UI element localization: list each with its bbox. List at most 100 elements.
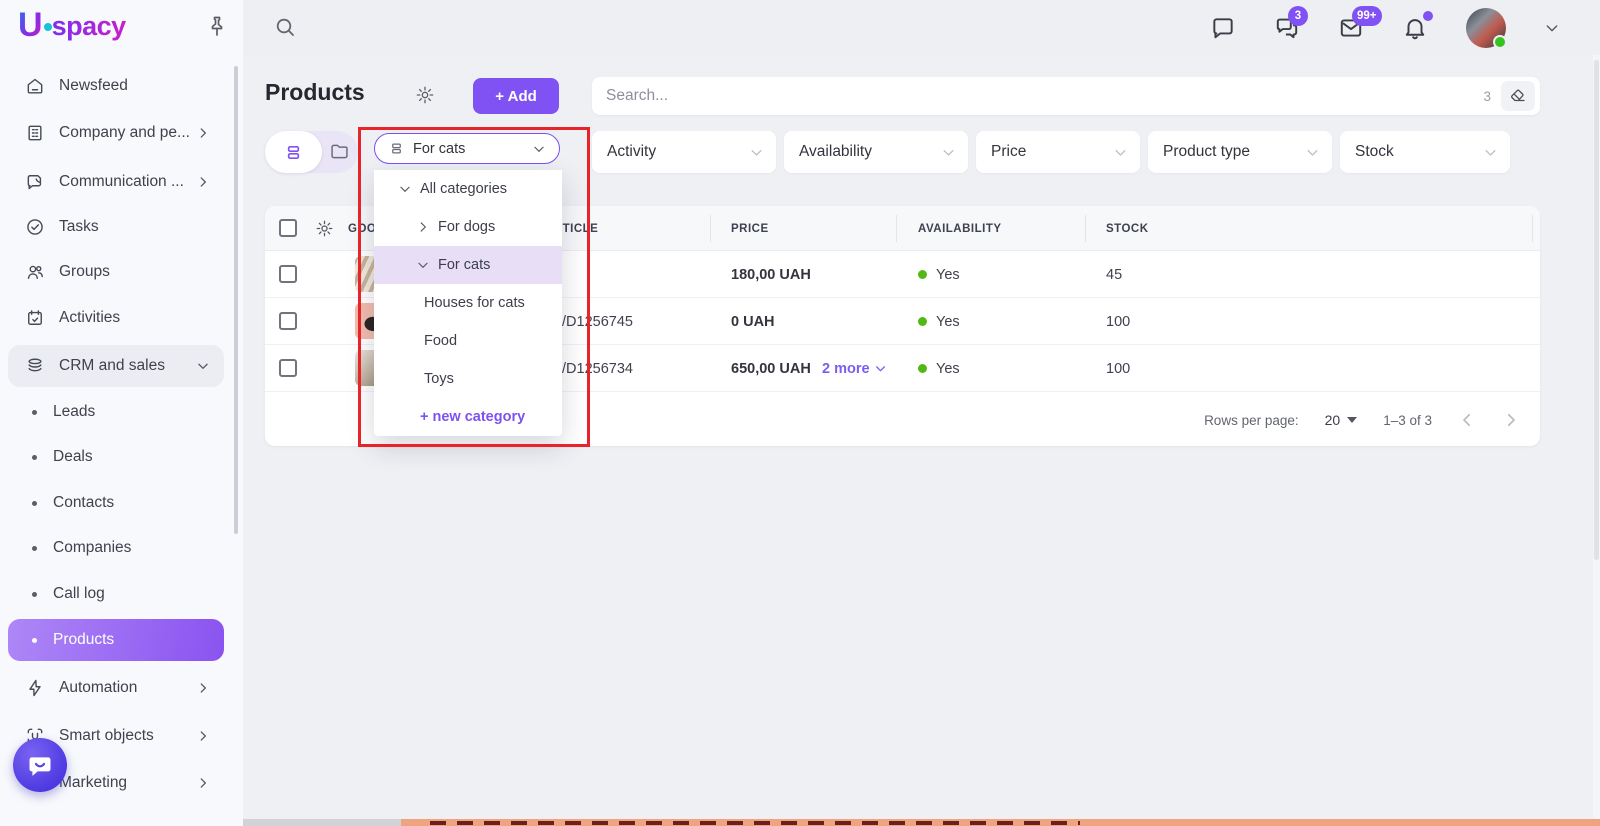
sidebar-item-crm[interactable]: CRM and sales: [8, 345, 224, 387]
sidebar-item-products[interactable]: Products: [8, 619, 224, 661]
availability-dot: [918, 270, 927, 279]
category-dropdown-menu: All categories For dogs For cats Houses …: [374, 170, 562, 436]
next-page-button[interactable]: [1502, 411, 1520, 429]
previous-page-button[interactable]: [1458, 411, 1476, 429]
calendar-icon: [25, 308, 45, 328]
chats-badge: 3: [1288, 6, 1308, 26]
sidebar-item-label: Activities: [59, 309, 120, 327]
app-screen: U spacy Newsfeed Company and pe... Commu…: [0, 0, 1600, 826]
more-prices-label: 2 more: [822, 361, 870, 377]
sidebar-item-label: Company and pe...: [59, 124, 190, 142]
stock-cell: 100: [1106, 345, 1130, 392]
row-checkbox[interactable]: [279, 359, 297, 377]
sidebar-item-automation[interactable]: Automation: [8, 667, 224, 709]
column-divider: [896, 215, 897, 242]
sidebar-item-contacts[interactable]: Contacts: [8, 482, 224, 524]
chevron-down-icon: [416, 258, 430, 272]
chevron-down-icon: [874, 362, 887, 375]
filter-chip-activity[interactable]: Activity: [592, 131, 776, 173]
folder-view-button[interactable]: [329, 141, 350, 162]
home-icon: [25, 76, 45, 96]
chevron-right-icon: [196, 681, 210, 695]
row-checkbox[interactable]: [279, 312, 297, 330]
view-toggle[interactable]: [265, 131, 358, 173]
filter-chip-price[interactable]: Price: [976, 131, 1140, 173]
category-option-for-cats[interactable]: For cats: [374, 246, 562, 284]
rows-per-page-select[interactable]: 20: [1325, 412, 1358, 428]
category-option-food[interactable]: Food: [374, 322, 562, 360]
sidebar-item-company[interactable]: Company and pe...: [8, 112, 224, 154]
profile-chevron-down-icon[interactable]: [1544, 20, 1560, 36]
category-option-all-categories[interactable]: All categories: [374, 170, 562, 208]
sidebar-item-deals[interactable]: Deals: [8, 436, 224, 478]
sidebar-item-groups[interactable]: Groups: [8, 251, 224, 293]
availability-value: Yes: [936, 361, 960, 377]
column-header-price[interactable]: PRICE: [731, 206, 769, 251]
chevron-right-icon: [196, 126, 210, 140]
search-input[interactable]: [592, 87, 1483, 105]
notifications-bell-icon[interactable]: [1402, 15, 1428, 41]
table-settings-gear-icon[interactable]: [315, 219, 334, 238]
category-option-for-dogs[interactable]: For dogs: [374, 208, 562, 246]
row-checkbox[interactable]: [279, 265, 297, 283]
comments-icon[interactable]: [1210, 15, 1236, 41]
chevron-down-icon: [749, 145, 764, 160]
mail-icon[interactable]: 99+: [1338, 15, 1364, 41]
sidebar-item-label: Smart objects: [59, 727, 154, 745]
clear-filters-button[interactable]: [1501, 81, 1535, 111]
chevron-right-icon: [416, 220, 430, 234]
building-icon: [25, 123, 45, 143]
sidebar-scrollbar[interactable]: [234, 66, 238, 534]
uspacy-logo[interactable]: U spacy: [18, 10, 126, 41]
filter-chip-product-type[interactable]: Product type: [1148, 131, 1332, 173]
people-icon: [25, 262, 45, 282]
sidebar-item-tasks[interactable]: Tasks: [8, 206, 224, 248]
category-option-houses-for-cats[interactable]: Houses for cats: [374, 284, 562, 322]
bullet-icon: [32, 455, 37, 460]
chevron-right-icon: [196, 729, 210, 743]
sidebar-item-activities[interactable]: Activities: [8, 297, 224, 339]
column-header-availability[interactable]: AVAILABILITY: [918, 206, 1002, 251]
logo-dot: [44, 23, 52, 31]
sidebar-item-call-log[interactable]: Call log: [8, 573, 224, 615]
list-view-button[interactable]: [265, 131, 322, 173]
bottom-cropped-banner: [243, 819, 1600, 826]
product-search-box: 3: [592, 77, 1540, 115]
sidebar-item-label: Products: [53, 631, 114, 649]
page-settings-gear-icon[interactable]: [415, 85, 435, 105]
filter-label: Stock: [1355, 143, 1394, 161]
sidebar: U spacy Newsfeed Company and pe... Commu…: [0, 0, 243, 826]
availability-cell: Yes: [918, 345, 960, 392]
category-option-toys[interactable]: Toys: [374, 360, 562, 398]
column-divider: [710, 215, 711, 242]
category-option-label: Toys: [424, 371, 454, 387]
pin-sidebar-icon[interactable]: [205, 14, 229, 38]
more-prices-link[interactable]: 2 more: [822, 345, 887, 392]
support-chat-button[interactable]: [13, 738, 67, 792]
page-title: Products: [265, 79, 365, 106]
sidebar-item-companies[interactable]: Companies: [8, 527, 224, 569]
sidebar-item-communication[interactable]: Communication ...: [8, 161, 224, 203]
column-header-stock[interactable]: STOCK: [1106, 206, 1149, 251]
chats-icon[interactable]: 3: [1274, 15, 1300, 41]
category-option-label: For dogs: [438, 219, 495, 235]
page-scrollbar-thumb[interactable]: [1594, 60, 1599, 560]
stock-cell: 45: [1106, 251, 1122, 298]
user-avatar[interactable]: [1466, 8, 1506, 48]
filter-chip-stock[interactable]: Stock: [1340, 131, 1510, 173]
database-icon: [25, 356, 45, 376]
new-category-button[interactable]: + new category: [374, 398, 562, 436]
online-status-dot: [1493, 35, 1507, 49]
global-search-icon[interactable]: [273, 15, 297, 39]
filter-chip-availability[interactable]: Availability: [784, 131, 968, 173]
sidebar-item-label: Newsfeed: [59, 77, 128, 95]
price-cell: 650,00 UAH: [731, 345, 811, 392]
add-product-button[interactable]: + Add: [473, 78, 559, 114]
sidebar-item-newsfeed[interactable]: Newsfeed: [8, 65, 224, 107]
select-all-checkbox[interactable]: [279, 219, 297, 237]
rows-per-page-label: Rows per page:: [1204, 413, 1299, 428]
availability-value: Yes: [936, 267, 960, 283]
category-filter-select[interactable]: For cats: [374, 133, 560, 164]
sidebar-item-leads[interactable]: Leads: [8, 391, 224, 433]
availability-dot: [918, 317, 927, 326]
